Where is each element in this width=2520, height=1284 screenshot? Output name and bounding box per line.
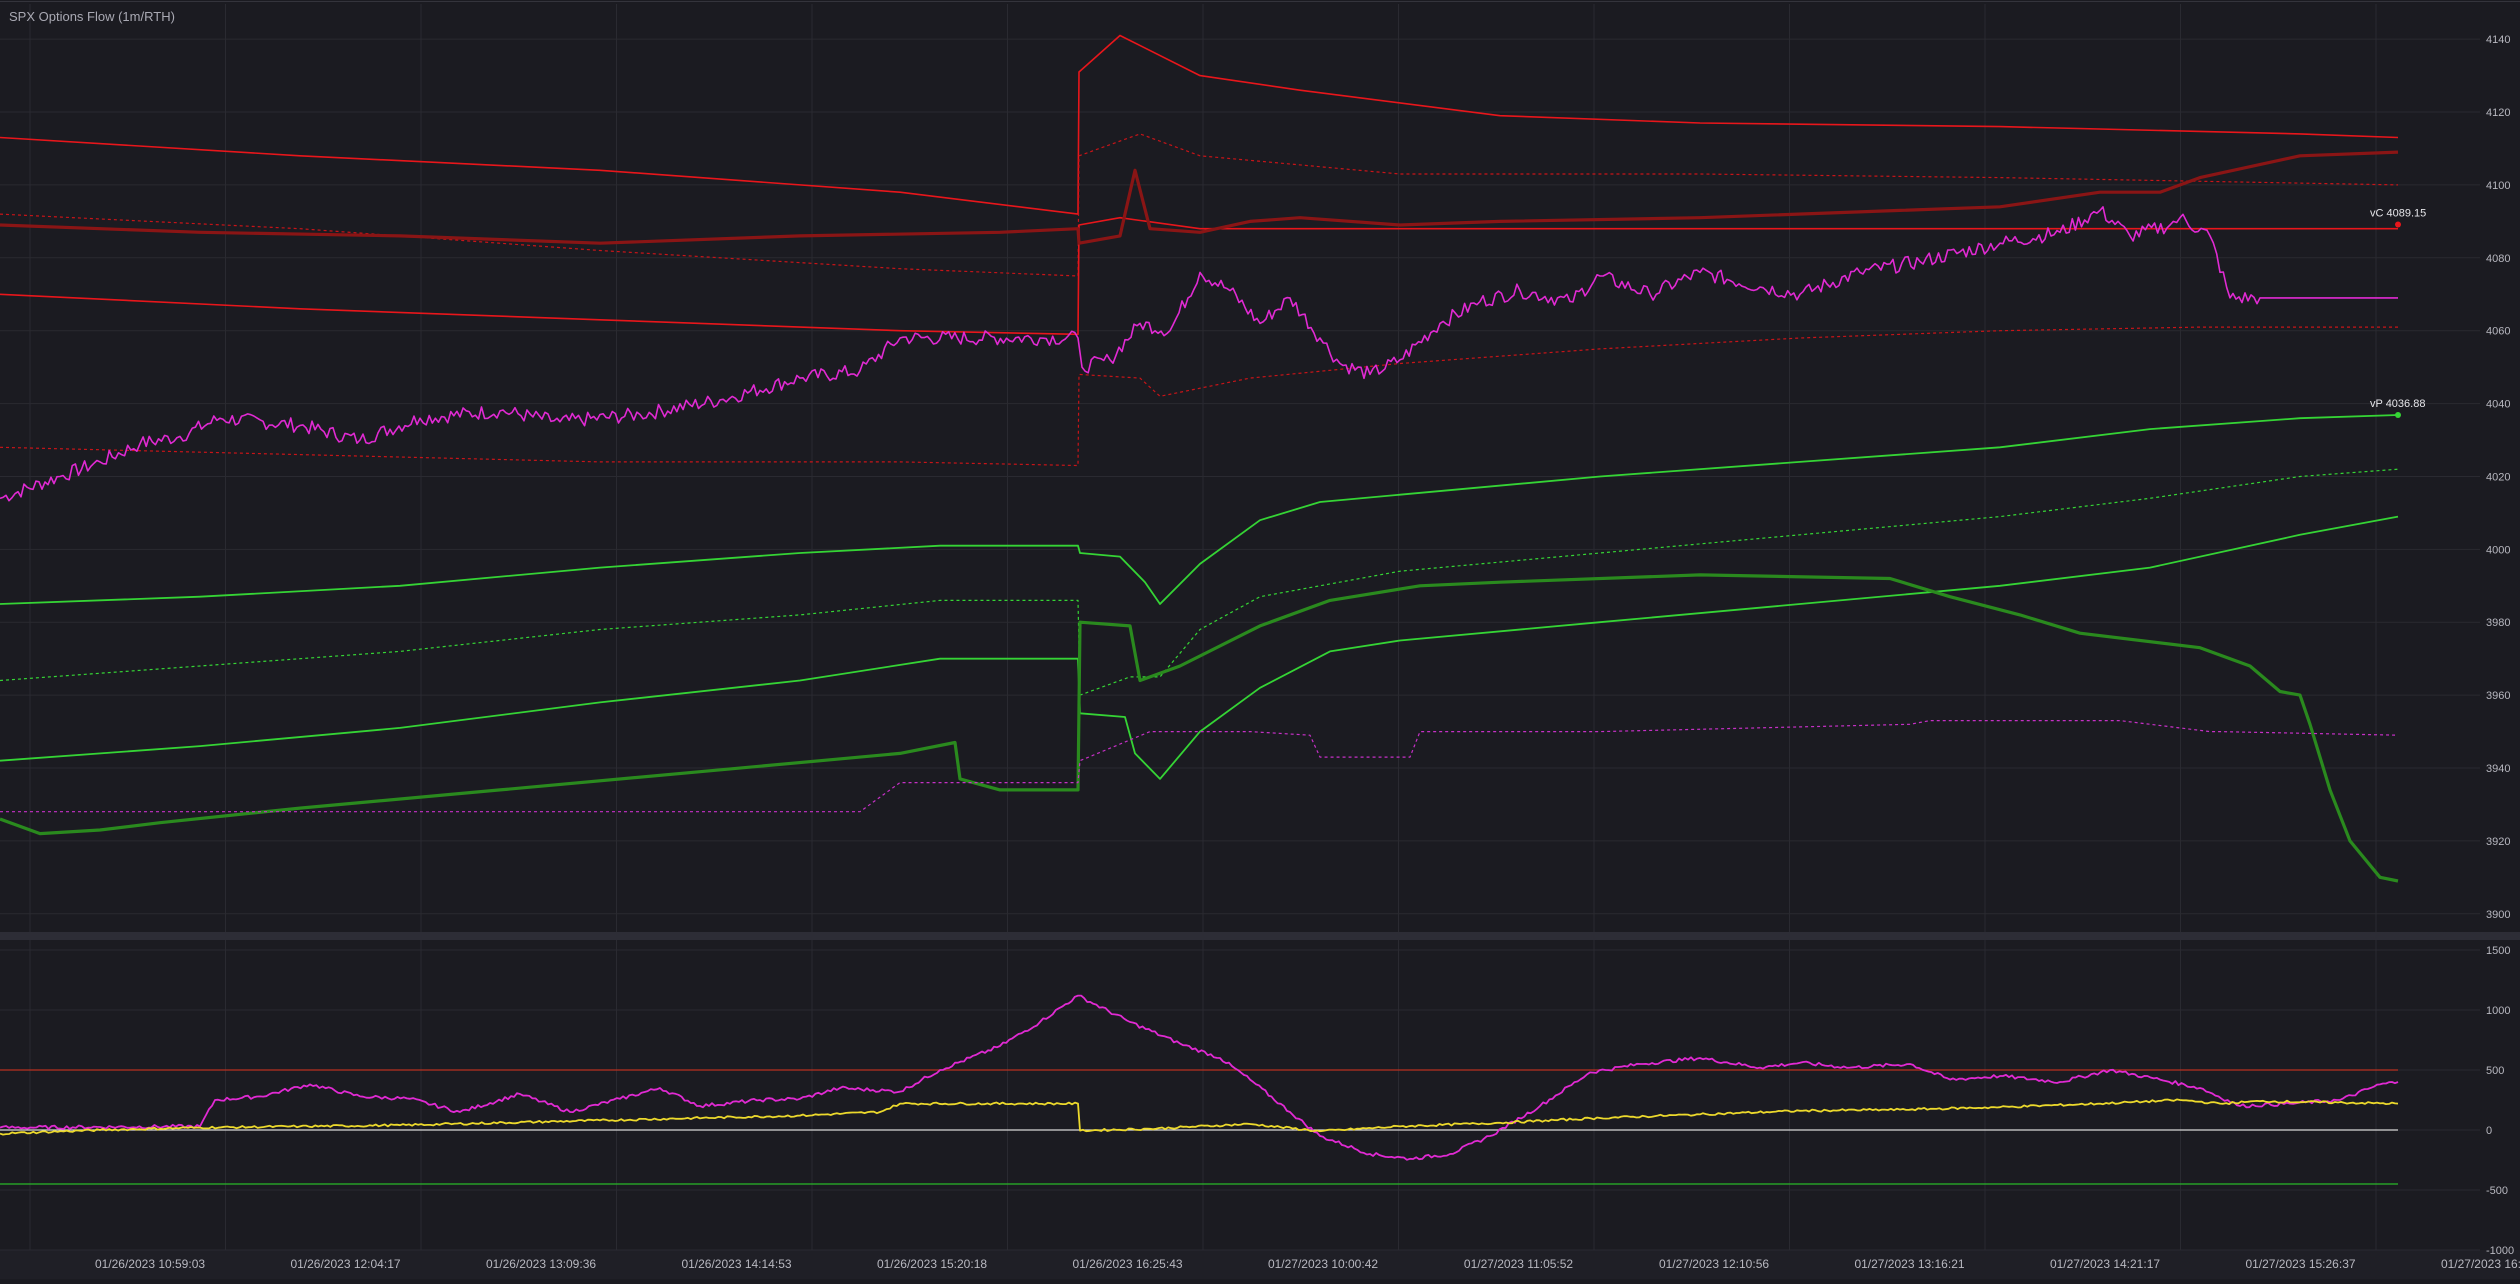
y-tick-label: 0 [2486, 1125, 2492, 1137]
chart-title: SPX Options Flow (1m/RTH) [9, 9, 175, 24]
x-tick-label: 01/27/2023 12:10:56 [1659, 1257, 1769, 1271]
y-tick-label: 3900 [2486, 909, 2510, 921]
y-tick-label: 500 [2486, 1065, 2504, 1077]
panel-divider [0, 932, 2520, 940]
y-tick-label: 3980 [2486, 617, 2510, 629]
y-tick-label: -1000 [2486, 1245, 2514, 1257]
y-tick-label: 4020 [2486, 471, 2510, 483]
annotation-label: vP 4036.88 [2370, 398, 2425, 410]
y-tick-label: 3940 [2486, 763, 2510, 775]
y-tick-label: 4100 [2486, 180, 2510, 192]
x-tick-label: 01/26/2023 16:25:43 [1072, 1257, 1182, 1271]
x-tick-label: 01/27/2023 15:26:37 [2245, 1257, 2355, 1271]
y-tick-label: 1000 [2486, 1005, 2510, 1017]
y-tick-label: -500 [2486, 1185, 2508, 1197]
y-tick-label: 3960 [2486, 690, 2510, 702]
x-tick-label: 01/27/2023 11:05:52 [1464, 1257, 1574, 1271]
y-tick-label: 4120 [2486, 107, 2510, 119]
x-tick-label: 01/27/2023 14:21:17 [2050, 1257, 2160, 1271]
y-tick-label: 4060 [2486, 326, 2510, 338]
x-tick-label: 01/26/2023 15:20:18 [877, 1257, 987, 1271]
annotation-marker [2395, 411, 2401, 418]
y-tick-label: 4140 [2486, 34, 2510, 46]
x-tick-label: 01/27/2023 13:16:21 [1854, 1257, 1964, 1271]
y-tick-label: 4000 [2486, 544, 2510, 556]
x-tick-label: 01/27/2023 10:00:42 [1268, 1257, 1378, 1271]
chart-root: 01/26/2023 10:59:03 01/26/2023 12:04:17 01… [0, 0, 2520, 1279]
x-tick-label: 01/26/2023 13:09:36 [486, 1257, 596, 1271]
x-tick-label: 01/26/2023 10:59:03 [95, 1257, 205, 1271]
chart-canvas: 01/26/2023 10:59:03 01/26/2023 12:04:17 01… [0, 0, 2520, 1279]
annotation-label: vC 4089.15 [2370, 207, 2426, 219]
x-tick-label: 01/27/2023 16:32:06 [2441, 1257, 2520, 1271]
x-tick-label: 01/26/2023 12:04:17 [290, 1257, 400, 1271]
x-tick-label: 01/26/2023 14:14:53 [681, 1257, 791, 1271]
y-tick-label: 3920 [2486, 836, 2510, 848]
y-tick-label: 4040 [2486, 399, 2510, 411]
annotation-marker [2395, 221, 2401, 228]
y-tick-label: 4080 [2486, 253, 2510, 265]
y-tick-label: 1500 [2486, 945, 2510, 957]
